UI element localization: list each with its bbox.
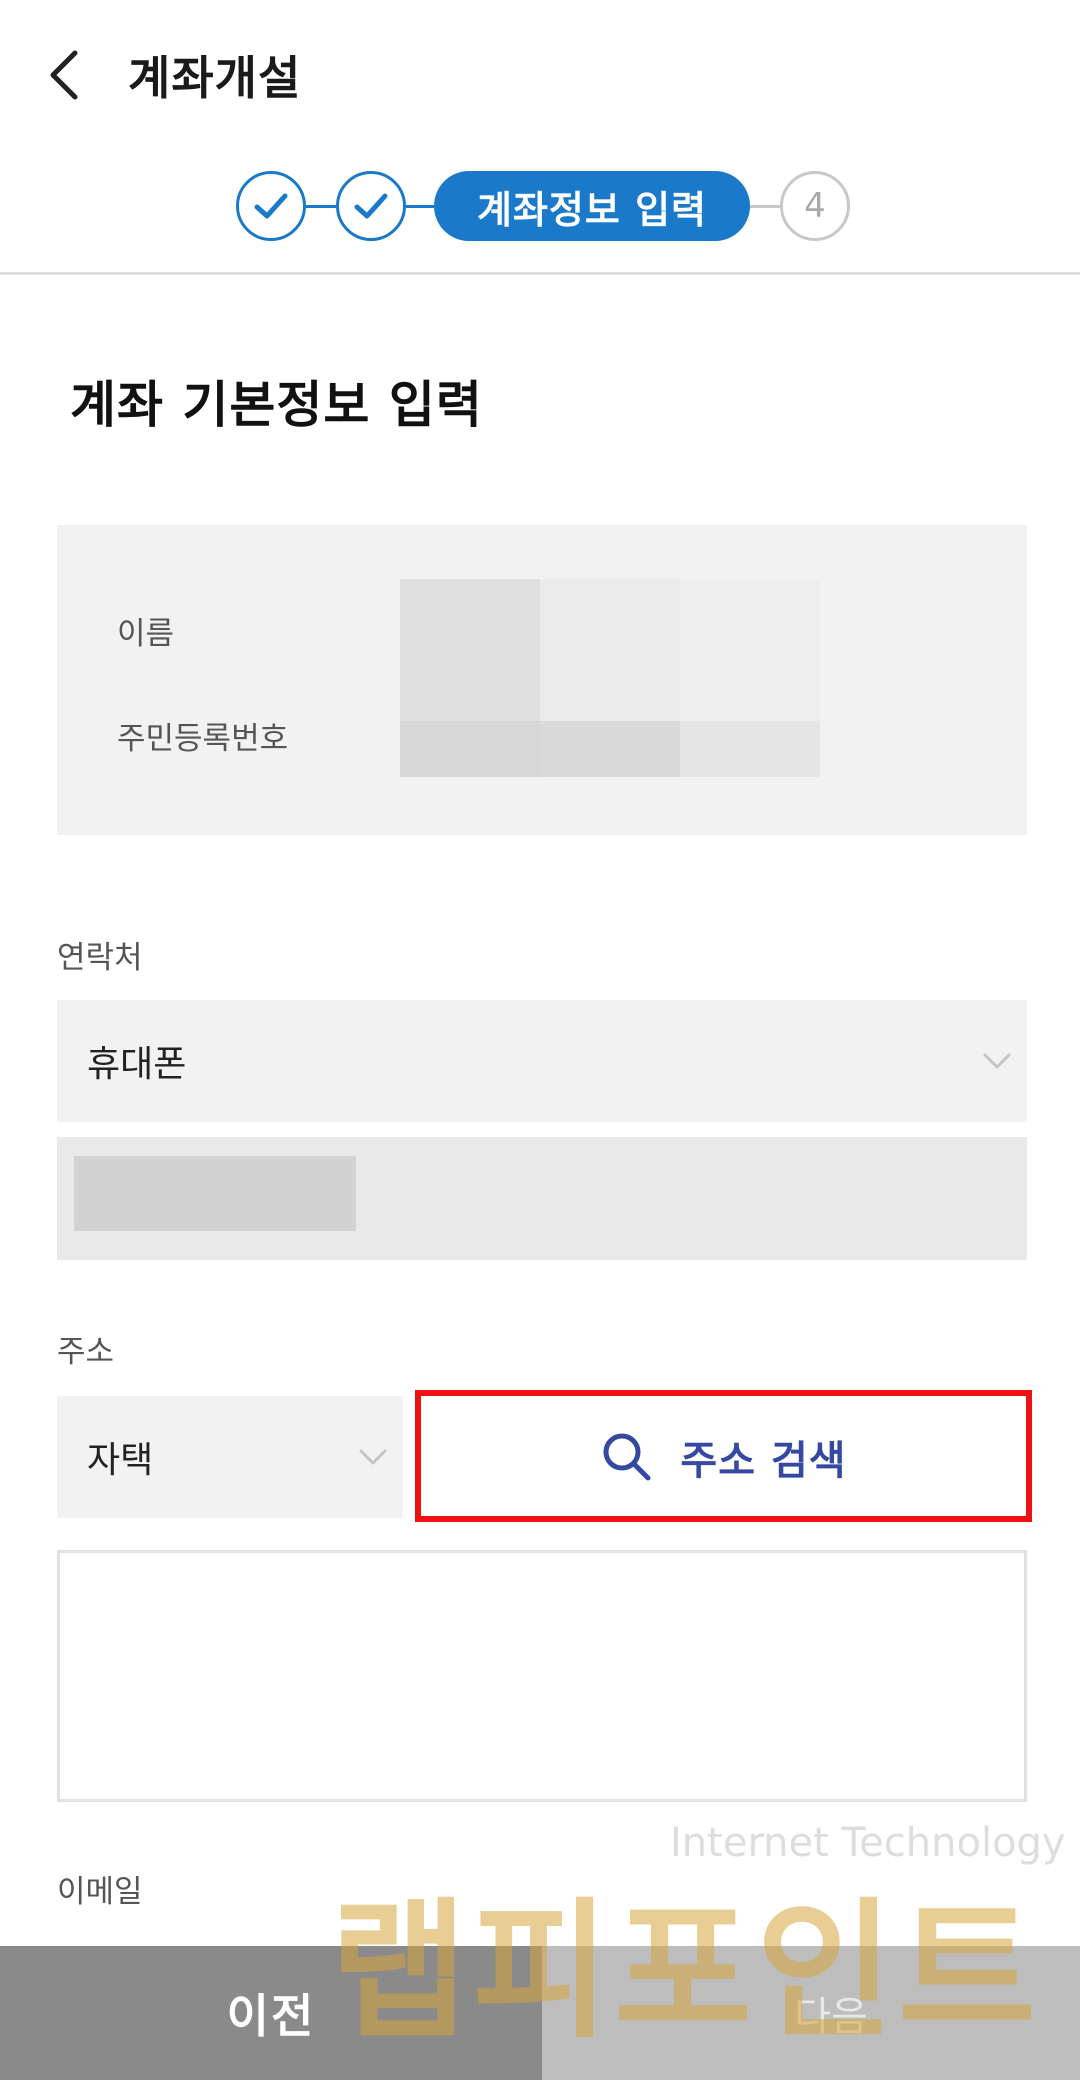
previous-button[interactable]: 이전 [0, 1946, 542, 2080]
bottom-action-bar: 이전 다음 [0, 1946, 1080, 2080]
redacted-rrn [400, 721, 540, 777]
watermark-subtitle: Internet Technology [670, 1820, 1066, 1866]
address-type-value: 자택 [87, 1440, 154, 1481]
contact-type-select[interactable]: 휴대폰 [57, 1000, 1027, 1122]
name-label: 이름 [117, 616, 175, 652]
step-connector [406, 205, 434, 208]
address-search-label: 주소 검색 [680, 1438, 847, 1484]
redacted-phone [74, 1156, 356, 1231]
redacted-rrn [680, 721, 820, 777]
email-label: 이메일 [57, 1874, 143, 1910]
step-1-complete [236, 171, 306, 241]
app-header: 계좌개설 [0, 0, 1080, 140]
page-title: 계좌개설 [128, 51, 302, 105]
redacted-rrn [540, 721, 680, 777]
step-3-current: 계좌정보 입력 [434, 171, 750, 241]
progress-stepper: 계좌정보 입력 4 [0, 168, 1080, 244]
address-type-select[interactable]: 자택 [57, 1396, 403, 1518]
step-connector [306, 205, 336, 208]
address-detail-field[interactable] [57, 1550, 1027, 1802]
step-2-complete [336, 171, 406, 241]
redacted-name [400, 579, 540, 721]
section-title: 계좌 기본정보 입력 [70, 376, 483, 434]
back-button[interactable] [28, 40, 98, 110]
personal-info-box: 이름 주민등록번호 [57, 525, 1027, 835]
redacted-name [540, 579, 680, 721]
contact-label: 연락처 [57, 940, 143, 976]
chevron-left-icon [50, 50, 78, 100]
search-icon [603, 1433, 651, 1481]
check-icon [254, 193, 288, 219]
step-4-pending: 4 [780, 171, 850, 241]
check-icon [354, 193, 388, 219]
address-search-button[interactable]: 주소 검색 [420, 1396, 1027, 1518]
phone-number-field[interactable] [57, 1137, 1027, 1260]
redacted-name [680, 579, 820, 721]
chevron-down-icon [983, 1053, 1011, 1069]
next-button[interactable]: 다음 [542, 1946, 1080, 2080]
address-label: 주소 [57, 1334, 115, 1370]
rrn-label: 주민등록번호 [117, 721, 289, 757]
contact-type-value: 휴대폰 [87, 1044, 187, 1085]
header-divider [0, 272, 1080, 275]
step-connector [750, 205, 780, 208]
chevron-down-icon [359, 1449, 387, 1465]
